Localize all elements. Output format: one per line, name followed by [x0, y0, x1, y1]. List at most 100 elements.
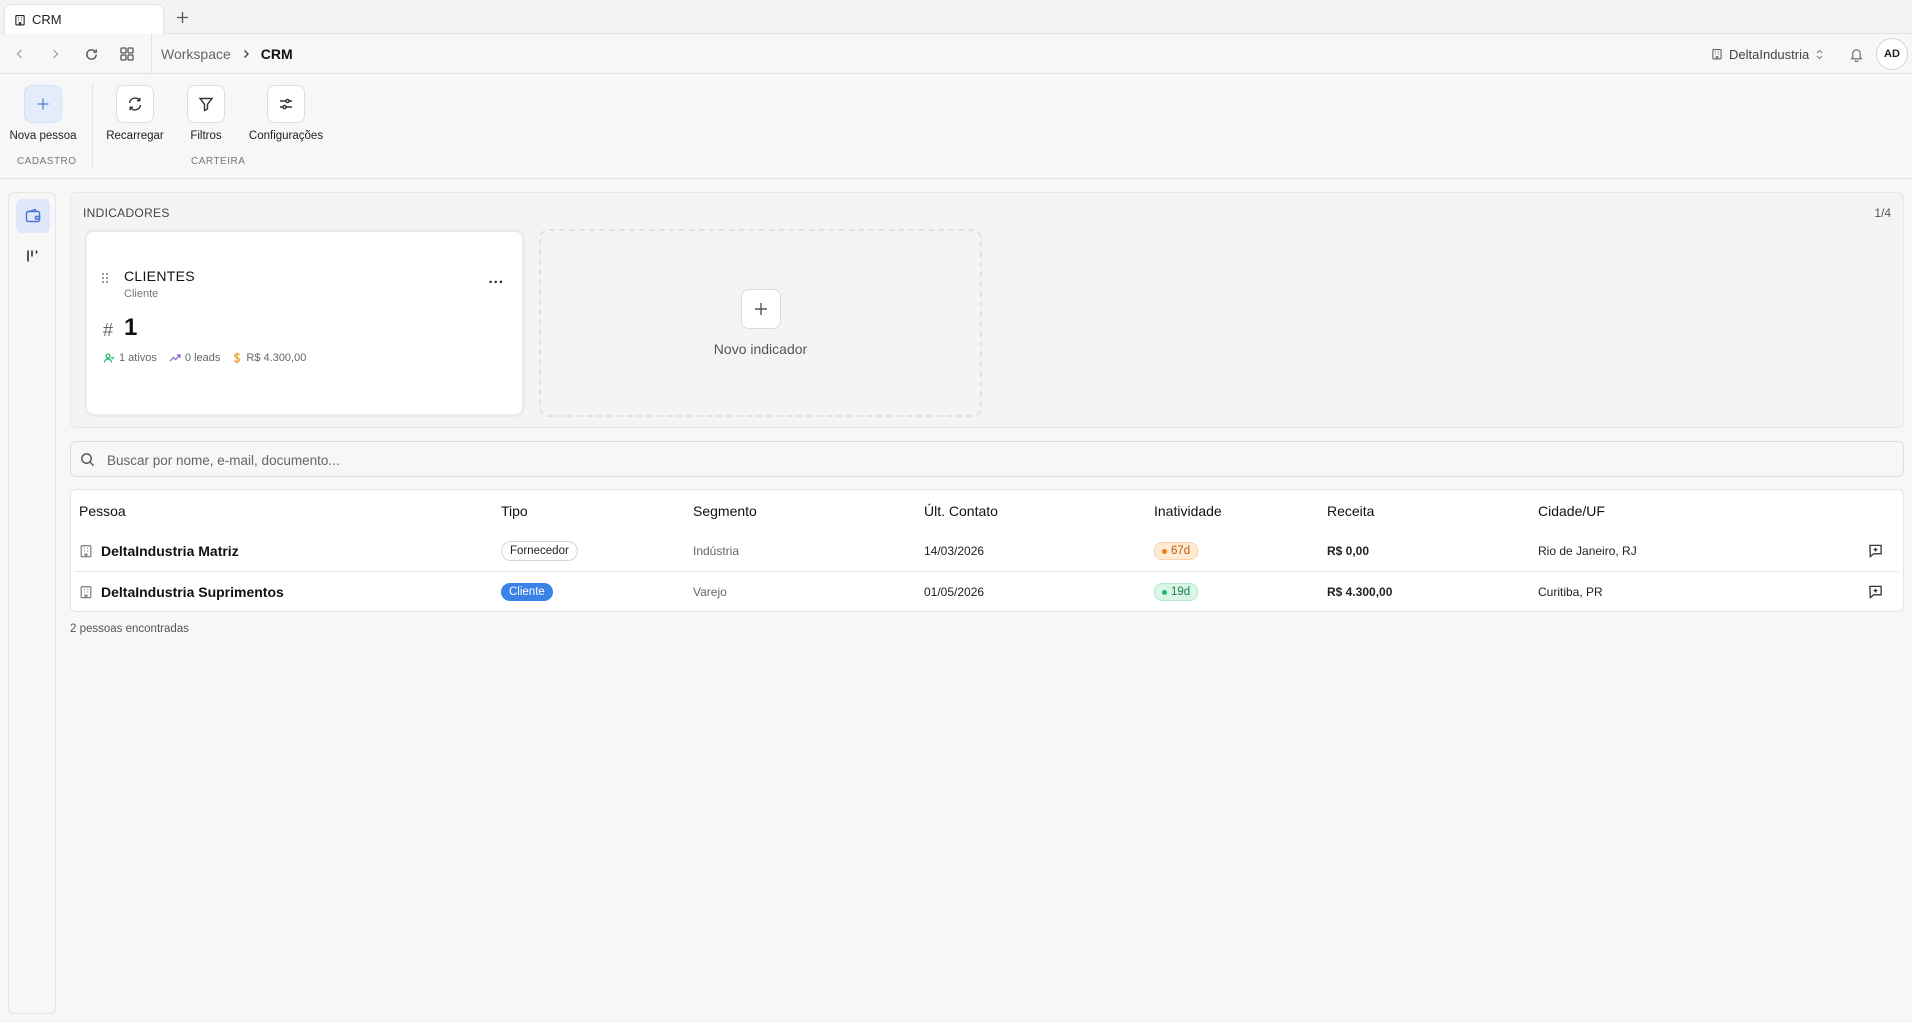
- reload-label: Recarregar: [106, 130, 164, 142]
- group-carteira-label: CARTEIRA: [191, 156, 246, 167]
- indicators-pagination: 1/4: [1874, 206, 1891, 220]
- wallet-view-icon[interactable]: [16, 199, 50, 233]
- view-rail: [8, 192, 56, 1014]
- message-icon[interactable]: [1868, 584, 1883, 599]
- revenue-cell: R$ 0,00: [1327, 544, 1370, 558]
- inactivity-text: 19d: [1171, 586, 1191, 598]
- apps-grid-icon[interactable]: [117, 44, 137, 64]
- kpi-card-clientes[interactable]: CLIENTES Cliente ... # 1 1 ativos 0 lead…: [84, 229, 525, 417]
- status-dot: [1162, 548, 1167, 554]
- column-header-inatividade[interactable]: Inatividade: [1154, 503, 1222, 519]
- tab-title: CRM: [32, 12, 62, 27]
- building-icon: [14, 14, 26, 26]
- indicators-panel: INDICADORES 1/4 CLIENTES Cliente ... # 1…: [70, 192, 1904, 428]
- kpi-leads-text: 0 leads: [184, 352, 221, 364]
- kpi-stats: 1 ativos 0 leads R$ 4.300,00: [103, 352, 306, 364]
- back-button[interactable]: [10, 44, 30, 64]
- table-row[interactable]: DeltaIndustria Suprimentos Cliente Varej…: [71, 572, 1905, 612]
- drag-handle-icon[interactable]: [101, 272, 109, 284]
- last-contact-cell: 14/03/2026: [924, 544, 985, 558]
- status-dot: [1162, 589, 1167, 595]
- building-icon: [79, 585, 93, 599]
- person-cell[interactable]: DeltaIndustria Suprimentos: [79, 572, 284, 612]
- breadcrumb: Workspace CRM: [161, 34, 293, 74]
- person-cell[interactable]: DeltaIndustria Matriz: [79, 531, 239, 571]
- workspace-name: DeltaIndustria: [1729, 46, 1810, 62]
- reload-icon[interactable]: [81, 44, 101, 64]
- segment-cell: Varejo: [693, 585, 727, 599]
- breadcrumb-current: CRM: [260, 46, 293, 62]
- building-icon: [1711, 48, 1723, 60]
- breadcrumb-workspace[interactable]: Workspace: [161, 46, 231, 62]
- new-person-label: Nova pessoa: [9, 130, 77, 142]
- kpi-stat-active: 1 ativos: [103, 352, 157, 364]
- inactivity-badge: 19d: [1154, 583, 1199, 601]
- kpi-value: 1: [124, 314, 138, 341]
- indicators-title: INDICADORES: [83, 206, 170, 220]
- nav-divider: [151, 34, 152, 74]
- reload-button[interactable]: Recarregar: [105, 85, 165, 142]
- column-header-cidade[interactable]: Cidade/UF: [1538, 503, 1605, 519]
- more-options-button[interactable]: ...: [488, 270, 504, 287]
- settings-button[interactable]: Configurações: [248, 85, 324, 142]
- search-input[interactable]: [107, 448, 1887, 472]
- filter-icon: [187, 85, 225, 123]
- avatar[interactable]: AD: [1876, 38, 1908, 70]
- segment-cell: Indústria: [693, 544, 740, 558]
- column-header-segmento[interactable]: Segmento: [693, 503, 757, 519]
- type-cell: Cliente: [501, 572, 553, 612]
- chevron-right-icon: [241, 49, 251, 59]
- new-tab-button[interactable]: [172, 7, 192, 27]
- kpi-stat-revenue: R$ 4.300,00: [232, 352, 306, 364]
- kpi-active-text: 1 ativos: [119, 352, 157, 364]
- inactivity-badge: 67d: [1154, 542, 1199, 560]
- kpi-revenue-text: R$ 4.300,00: [246, 352, 307, 364]
- revenue-cell: R$ 4.300,00: [1327, 585, 1393, 599]
- people-table: Pessoa Tipo Segmento Últ. Contato Inativ…: [70, 489, 1904, 612]
- forward-button[interactable]: [45, 44, 65, 64]
- new-indicator-label: Novo indicador: [713, 341, 808, 357]
- ribbon-toolbar: Nova pessoa CADASTRO Recarregar Filtros …: [0, 75, 1912, 179]
- trending-up-icon: [169, 352, 181, 364]
- inactivity-text: 67d: [1171, 545, 1191, 557]
- ribbon-divider: [92, 83, 93, 169]
- filters-button[interactable]: Filtros: [186, 85, 226, 142]
- result-count: 2 pessoas encontradas: [70, 623, 189, 635]
- sliders-icon: [267, 85, 305, 123]
- new-indicator-card[interactable]: Novo indicador: [539, 229, 982, 417]
- kpi-stat-leads: 0 leads: [169, 352, 220, 364]
- tab-crm[interactable]: CRM: [4, 4, 164, 34]
- new-person-button[interactable]: Nova pessoa: [9, 85, 77, 142]
- bell-icon[interactable]: [1846, 44, 1866, 64]
- plus-icon: [24, 85, 62, 123]
- building-icon: [79, 544, 93, 558]
- plus-icon[interactable]: [741, 289, 781, 329]
- type-badge: Fornecedor: [501, 541, 578, 561]
- column-header-pessoa[interactable]: Pessoa: [79, 503, 126, 519]
- type-cell: Fornecedor: [501, 531, 578, 571]
- person-name: DeltaIndustria Suprimentos: [101, 584, 284, 600]
- column-header-receita[interactable]: Receita: [1327, 503, 1374, 519]
- user-check-icon: [103, 352, 115, 364]
- kpi-title: CLIENTES: [124, 268, 195, 284]
- refresh-icon: [116, 85, 154, 123]
- column-header-tipo[interactable]: Tipo: [501, 503, 528, 519]
- search-icon: [80, 452, 95, 467]
- search-bar: [70, 441, 1904, 477]
- inactivity-cell: 19d: [1154, 572, 1199, 612]
- tab-strip: CRM: [0, 0, 1912, 34]
- kanban-view-icon[interactable]: [16, 239, 50, 273]
- city-cell: Rio de Janeiro, RJ: [1538, 544, 1637, 558]
- workspace-selector[interactable]: DeltaIndustria: [1711, 44, 1824, 64]
- group-cadastro-label: CADASTRO: [17, 156, 77, 167]
- chevron-up-down-icon: [1815, 49, 1824, 60]
- city-cell: Curitiba, PR: [1538, 585, 1603, 599]
- nav-bar: Workspace CRM DeltaIndustria AD: [0, 34, 1912, 74]
- column-header-ultimo-contato[interactable]: Últ. Contato: [924, 503, 998, 519]
- hash-icon: #: [103, 320, 114, 340]
- table-row[interactable]: DeltaIndustria Matriz Fornecedor Indústr…: [71, 531, 1905, 571]
- message-icon[interactable]: [1868, 543, 1883, 558]
- filters-label: Filtros: [190, 130, 222, 142]
- dollar-icon: [232, 352, 242, 364]
- inactivity-cell: 67d: [1154, 531, 1199, 571]
